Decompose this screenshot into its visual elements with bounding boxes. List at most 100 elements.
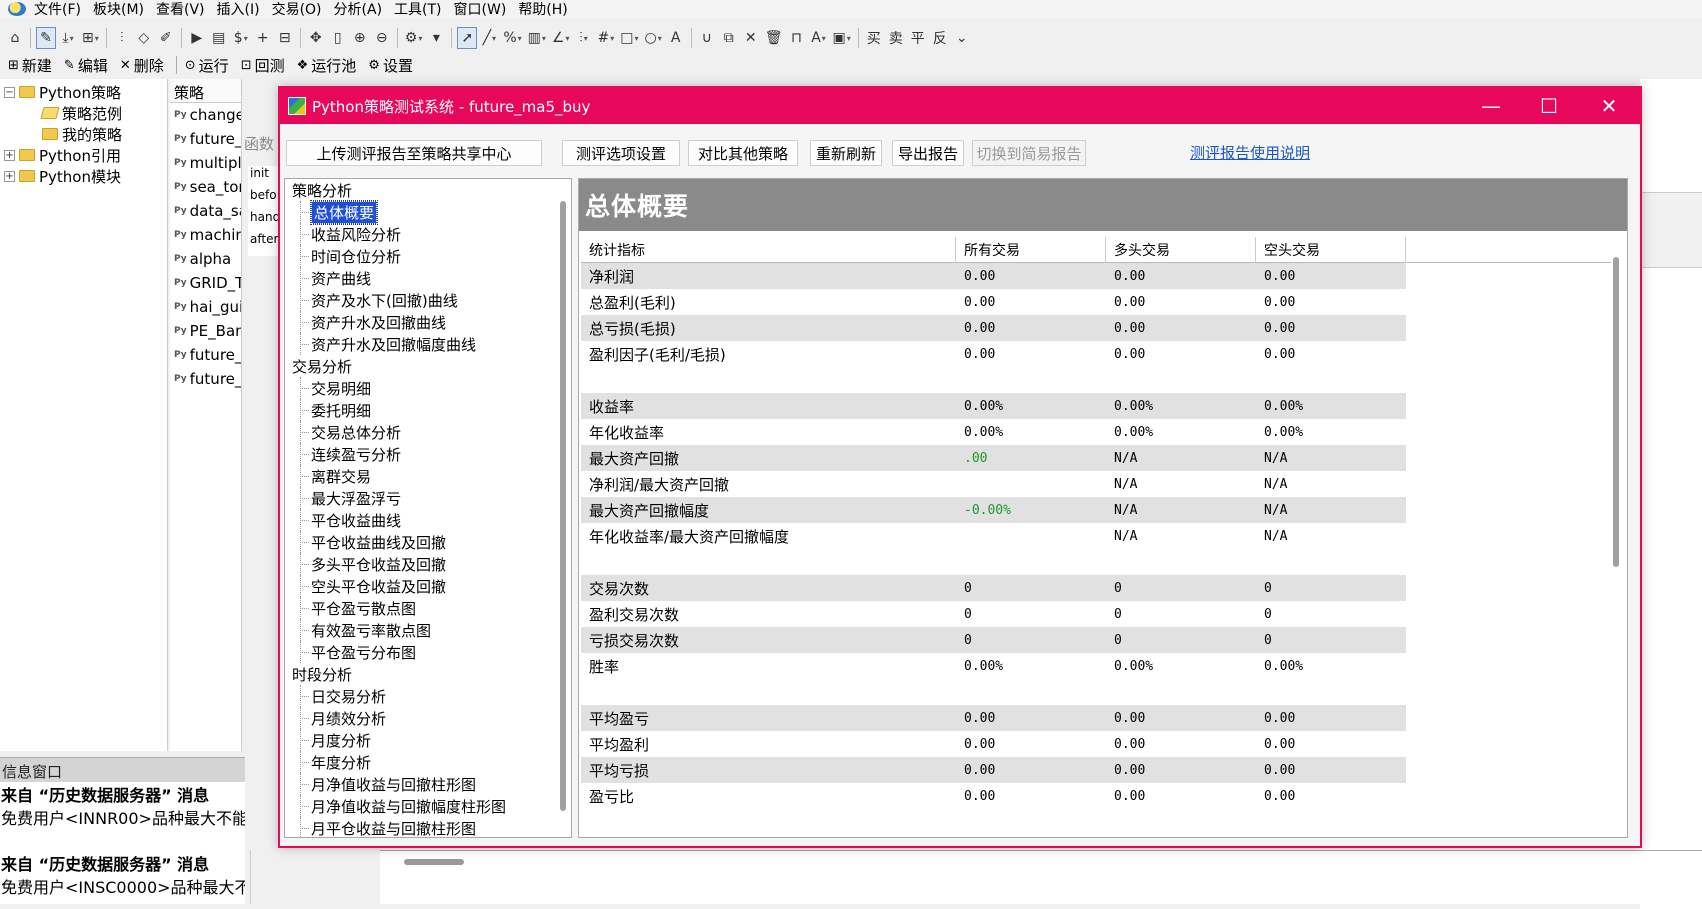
run-pool-button[interactable]: ❖ 运行池 xyxy=(297,55,357,76)
strategy-list-item[interactable]: Py PE_Ban xyxy=(170,319,241,343)
menu-help[interactable]: 帮助(H) xyxy=(518,0,567,19)
nav-item[interactable]: 交易总体分析 xyxy=(285,421,555,443)
nav-item[interactable]: 资产及水下(回撤)曲线 xyxy=(285,289,555,311)
edit-pen-icon[interactable]: ✎ xyxy=(36,27,56,49)
close-position-icon[interactable]: 平 xyxy=(908,27,928,49)
circle-tool-icon[interactable]: ○ ▾ xyxy=(642,27,663,49)
reverse-icon[interactable]: 反 xyxy=(930,27,950,49)
grid-tool-icon[interactable]: # ▾ xyxy=(595,27,616,49)
tree-python-ref[interactable]: + Python引用 xyxy=(4,144,121,166)
run-button[interactable]: ⊙ 运行 xyxy=(185,55,229,76)
report-help-link[interactable]: 测评报告使用说明 xyxy=(1190,142,1310,163)
strategy-list-item[interactable]: Py future_ xyxy=(170,367,241,391)
nav-item[interactable]: 空头平仓收益及回撤 xyxy=(285,575,555,597)
highlight-icon[interactable]: A ▾ xyxy=(809,27,829,49)
nav-item[interactable]: 年度分析 xyxy=(285,751,555,773)
minimize-icon[interactable]: — xyxy=(1462,88,1520,124)
nav-item[interactable]: 平仓盈亏分布图 xyxy=(285,641,555,663)
line-tool-icon[interactable]: ╱ ▾ xyxy=(479,27,499,49)
diamond-icon[interactable]: ◇ xyxy=(134,27,154,49)
candlestick-icon[interactable]: ⫶ xyxy=(112,27,132,49)
menu-window[interactable]: 窗口(W) xyxy=(454,0,507,19)
switch-simple-report-button[interactable]: 切换到简易报告 xyxy=(972,140,1086,166)
strategy-list-item[interactable]: Pychange_hol xyxy=(170,103,241,127)
strategy-list-item[interactable]: Pydata_sa xyxy=(170,199,241,223)
menu-trade[interactable]: 交易(O) xyxy=(272,0,322,19)
menu-tools[interactable]: 工具(T) xyxy=(394,0,441,19)
document-icon[interactable]: ▤ xyxy=(209,27,229,49)
lock-icon[interactable]: ⊓ xyxy=(787,27,807,49)
cursor-icon[interactable]: ➚ xyxy=(457,27,478,49)
move-icon[interactable]: ✥ xyxy=(306,27,326,49)
magnet-icon[interactable]: ∪ xyxy=(697,27,717,49)
home-icon[interactable]: ⌂ xyxy=(5,27,25,49)
strategy-list-item[interactable]: Py hai_gui xyxy=(170,295,241,319)
close-icon[interactable]: ✕ xyxy=(1580,88,1638,124)
tree-strategy-examples[interactable]: 策略范例 xyxy=(40,102,122,124)
nav-item[interactable]: 委托明细 xyxy=(285,399,555,421)
menu-insert[interactable]: 插入(I) xyxy=(217,0,260,19)
grid-layout-icon[interactable]: ⊞ ▾ xyxy=(80,27,101,49)
strategy-list-item[interactable]: Py future_ xyxy=(170,343,241,367)
strategy-list-item[interactable]: Py machin xyxy=(170,223,241,247)
code-function-item[interactable]: befo xyxy=(248,188,278,210)
code-function-item[interactable]: hand xyxy=(248,210,278,232)
fibonacci-tool-icon[interactable]: ⫶ ▾ xyxy=(573,27,593,49)
tree-python-strategy[interactable]: − Python策略 xyxy=(4,81,121,103)
nav-category[interactable]: 策略分析 xyxy=(285,179,555,201)
angle-tool-icon[interactable]: ∠ ▾ xyxy=(550,27,572,49)
column-icon[interactable]: ▯ xyxy=(328,27,348,49)
buy-icon[interactable]: 买 xyxy=(864,27,884,49)
download-icon[interactable]: ⤓ ▾ xyxy=(58,27,78,49)
expand-icon[interactable]: + xyxy=(4,149,15,161)
new-button[interactable]: ⊞ 新建 xyxy=(8,55,52,76)
nav-item[interactable]: 资产升水及回撤幅度曲线 xyxy=(285,333,555,355)
nav-category[interactable]: 时段分析 xyxy=(285,663,555,685)
more-icon[interactable]: ▾ xyxy=(426,27,446,49)
nav-item[interactable]: 总体概要 xyxy=(285,199,555,225)
tree-my-strategies[interactable]: 我的策略 xyxy=(42,123,122,145)
export-report-button[interactable]: 导出报告 xyxy=(892,140,964,166)
nav-item[interactable]: 平仓盈亏散点图 xyxy=(285,597,555,619)
nav-item[interactable]: 平仓收益曲线 xyxy=(285,509,555,531)
nav-item[interactable]: 多头平仓收益及回撤 xyxy=(285,553,555,575)
nav-item[interactable]: 资产升水及回撤曲线 xyxy=(285,311,555,333)
content-scrollbar[interactable] xyxy=(1613,257,1619,567)
test-options-button[interactable]: 测评选项设置 xyxy=(562,140,680,166)
strategy-list-item[interactable]: Py alpha xyxy=(170,247,241,271)
menu-analysis[interactable]: 分析(A) xyxy=(334,0,383,19)
nav-item[interactable]: 连续盈亏分析 xyxy=(285,443,555,465)
bar-compare-icon[interactable]: ⊟ xyxy=(275,27,295,49)
edit-button[interactable]: ✎ 编辑 xyxy=(64,55,108,76)
nav-item[interactable]: 日交易分析 xyxy=(285,685,555,707)
save-icon[interactable]: ▣ ▾ xyxy=(831,27,853,49)
gear-icon[interactable]: ⚙ ▾ xyxy=(403,27,425,49)
sell-icon[interactable]: 卖 xyxy=(886,27,906,49)
tree-python-module[interactable]: + Python模块 xyxy=(4,165,121,187)
collapse-icon[interactable]: − xyxy=(4,86,15,98)
upload-report-button[interactable]: 上传测评报告至策略共享中心 xyxy=(286,140,542,166)
compare-strategies-button[interactable]: 对比其他策略 xyxy=(688,140,798,166)
zoom-out-icon[interactable]: ⊖ xyxy=(372,27,392,49)
expand-icon[interactable]: + xyxy=(4,170,15,182)
column-header[interactable]: 所有交易 xyxy=(956,236,1106,263)
edit-box-icon[interactable]: ✐ xyxy=(156,27,176,49)
nav-scrollbar[interactable] xyxy=(560,201,566,811)
code-function-item[interactable]: init xyxy=(248,166,278,188)
ruler-tool-icon[interactable]: ▥ ▾ xyxy=(526,27,548,49)
strategy-list-item[interactable]: Py future_ xyxy=(170,127,241,151)
nav-item[interactable]: 资产曲线 xyxy=(285,267,555,289)
strategy-list-item[interactable]: Py GRID_T xyxy=(170,271,241,295)
toolbar-overflow-icon[interactable]: ⌄ xyxy=(952,27,972,49)
column-header[interactable]: 空头交易 xyxy=(1256,236,1406,263)
delete-button[interactable]: ✕ 删除 xyxy=(120,55,164,76)
menu-sector[interactable]: 板块(M) xyxy=(93,0,144,19)
nav-item[interactable]: 月净值收益与回撤幅度柱形图 xyxy=(285,795,555,817)
dialog-title-bar[interactable]: Python策略测试系统 - future_ma5_buy — ☐ ✕ xyxy=(280,88,1640,124)
percent-tool-icon[interactable]: % ▾ xyxy=(501,27,523,49)
nav-item[interactable]: 月平仓收益与回撤柱形图 xyxy=(285,817,555,837)
strategy-list-header[interactable]: 策略 xyxy=(170,79,241,103)
rectangle-tool-icon[interactable]: □ ▾ xyxy=(618,27,640,49)
plus-icon[interactable]: + xyxy=(253,27,273,49)
settings-button[interactable]: ⚙ 设置 xyxy=(368,55,413,76)
